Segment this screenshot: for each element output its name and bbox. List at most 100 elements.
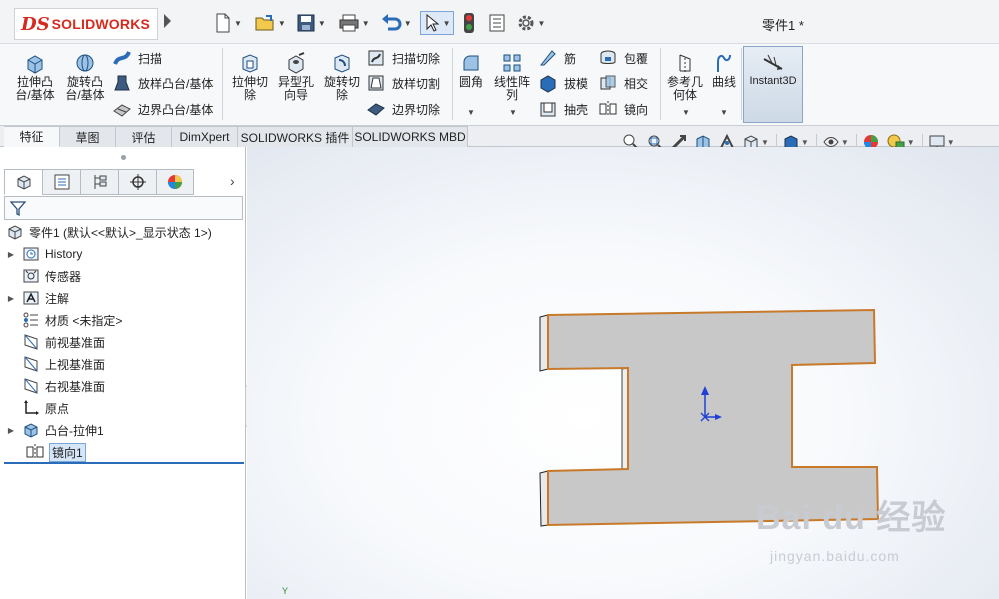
tree-item-label: 右视基准面 — [45, 379, 106, 394]
chevron-down-icon[interactable]: ▼ — [907, 138, 915, 147]
chevron-down-icon[interactable]: ▼ — [467, 108, 475, 117]
tree-item-front-plane[interactable]: 前视基准面 — [22, 331, 105, 353]
select-button[interactable]: ▼ — [419, 11, 454, 35]
tab-evaluate[interactable]: 评估 — [116, 126, 172, 147]
options-button[interactable]: ▼ — [514, 11, 548, 35]
tab-solidworks-mbd[interactable]: SOLIDWORKS MBD — [353, 126, 468, 147]
fillet-button[interactable]: 圆角 — [454, 52, 488, 89]
save-button[interactable]: ▼ — [294, 11, 328, 35]
intersect-button[interactable]: 相交 — [598, 71, 648, 95]
menu-expand-arrow-icon[interactable] — [164, 14, 171, 28]
tree-root-part[interactable]: 零件1 (默认<<默认>_显示状态 1>) — [6, 221, 212, 243]
chevron-down-icon[interactable]: ▼ — [362, 19, 370, 28]
reference-geometry-icon — [679, 54, 691, 72]
tree-filter[interactable] — [4, 196, 243, 220]
tree-item-boss-extrude1[interactable]: ▶ 凸台-拉伸1 — [6, 419, 104, 441]
chevron-down-icon[interactable]: ▼ — [538, 19, 546, 28]
expand-arrow-icon[interactable]: ▶ — [6, 294, 16, 303]
chevron-down-icon[interactable]: ▼ — [318, 19, 326, 28]
tree-item-history[interactable]: ▶ History — [6, 243, 82, 265]
chevron-down-icon[interactable]: ▼ — [509, 108, 517, 117]
boundary-cut-button[interactable]: 边界切除 — [366, 97, 440, 121]
extruded-cut-button[interactable]: 拉伸切 除 — [228, 52, 272, 102]
tree-item-sensors[interactable]: 传感器 — [22, 265, 81, 287]
chevron-right-icon[interactable]: › — [230, 173, 235, 189]
rib-button[interactable]: 筋 — [538, 46, 576, 70]
undo-icon — [381, 14, 402, 31]
solidworks-logo[interactable]: DS SOLIDWORKS — [14, 8, 158, 40]
revolved-cut-button[interactable]: 旋转切 除 — [320, 52, 364, 102]
open-button[interactable]: ▼ — [252, 11, 288, 35]
print-button[interactable]: ▼ — [336, 11, 372, 35]
configuration-manager-tab[interactable] — [80, 169, 118, 195]
loft-button[interactable]: 放样凸台/基体 — [112, 71, 213, 95]
shell-label: 抽壳 — [564, 102, 589, 117]
ribbon-separator — [741, 48, 742, 120]
chevron-down-icon[interactable]: ▼ — [841, 138, 849, 147]
chevron-down-icon[interactable]: ▼ — [720, 108, 728, 117]
intersect-label: 相交 — [624, 76, 649, 91]
linear-pattern-button[interactable]: 线性阵 列 — [490, 52, 534, 102]
revolved-boss-button[interactable]: 旋转凸 台/基体 — [62, 52, 108, 102]
tab-solidworks-addins[interactable]: SOLIDWORKS 插件 — [238, 126, 353, 147]
chevron-down-icon[interactable]: ▼ — [682, 108, 690, 117]
sweep-button[interactable]: 扫描 — [112, 46, 162, 70]
chevron-down-icon[interactable]: ▼ — [404, 19, 412, 28]
chevron-down-icon[interactable]: ▼ — [278, 19, 286, 28]
quick-access-toolbar: ▼ ▼ ▼ ▼ ▼ ▼ ▼ — [212, 10, 547, 36]
sweep-label: 扫描 — [138, 51, 163, 66]
loft-icon — [114, 75, 130, 91]
chevron-down-icon[interactable]: ▼ — [443, 19, 451, 28]
tab-dimxpert[interactable]: DimXpert — [172, 126, 238, 147]
property-manager-tab[interactable] — [42, 169, 80, 195]
tree-item-label: 镜向1 — [49, 442, 86, 462]
tree-item-right-plane[interactable]: 右视基准面 — [22, 375, 105, 397]
chevron-down-icon[interactable]: ▼ — [761, 138, 769, 147]
boundary-boss-button[interactable]: 边界凸台/基体 — [112, 97, 213, 121]
tree-item-origin[interactable]: 原点 — [22, 397, 69, 419]
undo-button[interactable]: ▼ — [378, 11, 414, 35]
tree-item-mirror1[interactable]: 镜向1 — [26, 441, 86, 463]
wrap-button[interactable]: 包覆 — [598, 46, 648, 70]
tree-item-top-plane[interactable]: 上视基准面 — [22, 353, 105, 375]
tree-item-label: 零件1 (默认<<默认>_显示状态 1>) — [29, 225, 212, 240]
curves-button[interactable]: 曲线 — [708, 52, 740, 89]
mirror-button[interactable]: 镜向 — [598, 97, 648, 121]
extruded-boss-label: 拉伸凸 台/基体 — [15, 75, 55, 102]
feature-manager-tab[interactable] — [4, 169, 42, 195]
rollback-bar[interactable] — [4, 462, 244, 464]
history-folder-icon — [23, 247, 39, 261]
expand-arrow-icon[interactable]: ▶ — [6, 426, 16, 435]
select-pointer-icon — [426, 13, 440, 32]
chevron-down-icon[interactable]: ▼ — [801, 138, 809, 147]
panel-grip[interactable] — [121, 155, 126, 160]
extruded-boss-button[interactable]: 拉伸凸 台/基体 — [12, 52, 58, 102]
tree-item-label: 凸台-拉伸1 — [45, 423, 104, 438]
expand-arrow-icon[interactable]: ▶ — [6, 250, 16, 259]
hole-wizard-button[interactable]: 异型孔 向导 — [274, 52, 318, 102]
feature-manager-panel: › 零件1 (默认<<默认>_显示状态 1>) ▶ History 传感器 ▶ … — [0, 147, 246, 599]
rebuild-button[interactable] — [460, 11, 478, 35]
chevron-down-icon[interactable]: ▼ — [947, 138, 955, 147]
new-document-button[interactable]: ▼ — [212, 11, 244, 35]
graphics-area[interactable]: Bai du 经验 jingyan.baidu.com — [247, 147, 999, 599]
reference-geometry-label: 参考几 何体 — [666, 75, 703, 102]
lofted-cut-button[interactable]: 放样切割 — [366, 71, 440, 95]
tree-item-material[interactable]: 材质 <未指定> — [22, 309, 122, 331]
instant3d-button[interactable]: Instant3D — [743, 46, 803, 123]
tab-features[interactable]: 特征 — [4, 126, 60, 147]
linear-pattern-icon — [503, 54, 521, 72]
tree-item-annotations[interactable]: ▶ 注解 — [6, 287, 69, 309]
shell-button[interactable]: 抽壳 — [538, 97, 588, 121]
revolved-cut-label: 旋转切 除 — [323, 75, 360, 102]
baidu-watermark: Bai du 经验 jingyan.baidu.com — [756, 490, 946, 564]
tab-sketch[interactable]: 草图 — [60, 126, 116, 147]
display-manager-tab[interactable] — [156, 169, 194, 195]
draft-button[interactable]: 拔模 — [538, 71, 588, 95]
reference-geometry-button[interactable]: 参考几 何体 — [664, 52, 706, 102]
dimxpert-manager-tab[interactable] — [118, 169, 156, 195]
file-properties-button[interactable] — [486, 11, 508, 35]
swept-cut-button[interactable]: 扫描切除 — [366, 46, 440, 70]
rebuild-traffic-light-icon — [463, 13, 474, 33]
chevron-down-icon[interactable]: ▼ — [234, 19, 242, 28]
